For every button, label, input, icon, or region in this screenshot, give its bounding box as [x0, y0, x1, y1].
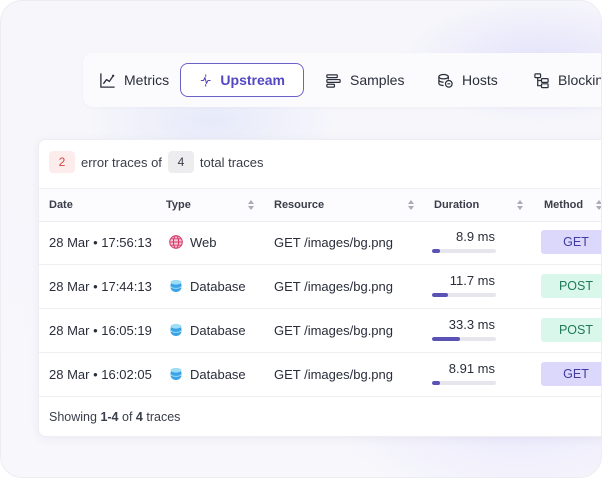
duration-bar-fill — [432, 249, 440, 253]
duration-value: 33.3 ms — [448, 317, 495, 332]
type-cell: Web — [169, 220, 217, 264]
date-cell: 28 Mar • 16:02:05 — [49, 366, 152, 382]
bar-list-icon — [326, 73, 341, 88]
duration-bar — [432, 337, 496, 341]
tab-hosts[interactable]: Hosts — [437, 63, 498, 97]
trace-summary: 2 error traces of 4 total traces — [49, 151, 264, 173]
date-cell: 28 Mar • 17:44:13 — [49, 278, 152, 294]
type-label: Web — [190, 234, 217, 250]
tab-metrics[interactable]: Metrics — [99, 63, 169, 97]
tab-samples[interactable]: Samples — [325, 63, 404, 97]
duration-bar — [432, 249, 496, 253]
wave-arrows-icon — [200, 73, 211, 87]
tab-label: Upstream — [220, 72, 285, 88]
error-count-badge: 2 — [49, 151, 75, 173]
footer-suffix: traces — [146, 410, 181, 424]
resource-cell: GET /images/bg.png — [274, 278, 393, 294]
column-header-method[interactable]: Method — [544, 189, 583, 221]
app-frame: Metrics Upstream Samples Hosts Blocki 2 … — [0, 0, 602, 478]
date-cell: 28 Mar • 16:05:19 — [49, 322, 152, 338]
table-row[interactable]: 28 Mar • 17:44:13 Database GET /images/b… — [39, 264, 601, 309]
table-row[interactable]: 28 Mar • 16:05:19 Database GET /images/b… — [39, 308, 601, 353]
pagination-summary: Showing 1-4 of 4 traces — [49, 410, 180, 424]
footer-middle: of — [122, 410, 133, 424]
tab-bar: Metrics Upstream Samples Hosts Blocki — [83, 53, 601, 107]
sort-icon[interactable] — [595, 198, 602, 212]
type-cell: Database — [169, 264, 246, 308]
database-icon — [170, 280, 182, 292]
type-label: Database — [190, 278, 246, 294]
column-header-resource[interactable]: Resource — [274, 189, 324, 221]
table-row[interactable]: 28 Mar • 16:02:05 Database GET /images/b… — [39, 352, 601, 397]
type-cell: Database — [169, 308, 246, 352]
globe-icon — [169, 235, 183, 249]
line-chart-icon — [100, 72, 115, 88]
footer-range: 1-4 — [100, 410, 119, 424]
column-header-duration[interactable]: Duration — [434, 189, 479, 221]
database-stack-icon — [438, 73, 453, 88]
traces-card: 2 error traces of 4 total traces Date Ty… — [38, 139, 602, 437]
tab-label: Metrics — [124, 72, 170, 88]
database-icon — [170, 368, 182, 380]
tab-upstream[interactable]: Upstream — [180, 63, 304, 97]
duration-bar — [432, 293, 496, 297]
date-cell: 28 Mar • 17:56:13 — [49, 234, 152, 250]
type-label: Database — [190, 366, 246, 382]
footer-total: 4 — [135, 410, 143, 424]
tab-label: Hosts — [462, 72, 498, 88]
sort-icon[interactable] — [407, 198, 415, 212]
error-traces-label: error traces of — [81, 154, 162, 170]
resource-cell: GET /images/bg.png — [274, 322, 393, 338]
duration-bar-fill — [432, 381, 440, 385]
duration-value: 8.91 ms — [448, 361, 495, 376]
table-row[interactable]: 28 Mar • 17:56:13 Web GET /images/bg.png… — [39, 220, 601, 265]
duration-value: 11.7 ms — [449, 273, 495, 288]
duration-bar-fill — [432, 293, 448, 297]
database-icon — [170, 324, 182, 336]
method-badge: POST — [541, 274, 601, 298]
sort-icon[interactable] — [247, 198, 255, 212]
resource-cell: GET /images/bg.png — [274, 366, 393, 382]
column-header-type[interactable]: Type — [166, 189, 191, 221]
total-count-badge: 4 — [167, 151, 194, 173]
duration-bar — [432, 381, 496, 385]
hierarchy-icon — [534, 72, 549, 88]
tab-label: Samples — [350, 72, 405, 88]
duration-bar-fill — [432, 337, 461, 341]
table-header: Date Type Resource Duration Method — [39, 188, 602, 222]
footer-prefix: Showing — [49, 410, 97, 424]
resource-cell: GET /images/bg.png — [274, 234, 393, 250]
type-cell: Database — [169, 352, 246, 396]
column-header-date[interactable]: Date — [49, 189, 73, 221]
tab-blocking[interactable]: Blocking — [533, 63, 601, 97]
method-badge: GET — [541, 230, 601, 254]
method-badge: GET — [541, 362, 601, 386]
duration-value: 8.9 ms — [455, 229, 495, 244]
method-badge: POST — [541, 318, 601, 342]
total-traces-label: total traces — [199, 154, 264, 170]
sort-icon[interactable] — [516, 198, 524, 212]
tab-label: Blocking — [558, 72, 601, 88]
type-label: Database — [190, 322, 246, 338]
